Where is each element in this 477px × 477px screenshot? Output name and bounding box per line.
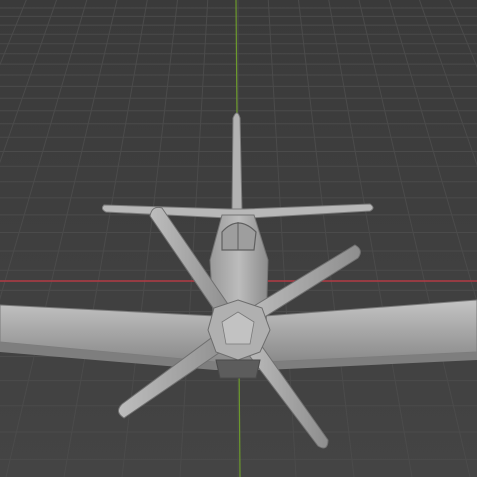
cockpit-canopy xyxy=(221,222,257,251)
viewport-canvas[interactable] xyxy=(0,0,477,477)
chin-intake xyxy=(215,359,261,379)
tail-fin xyxy=(231,112,243,213)
3d-viewport[interactable] xyxy=(0,0,477,477)
